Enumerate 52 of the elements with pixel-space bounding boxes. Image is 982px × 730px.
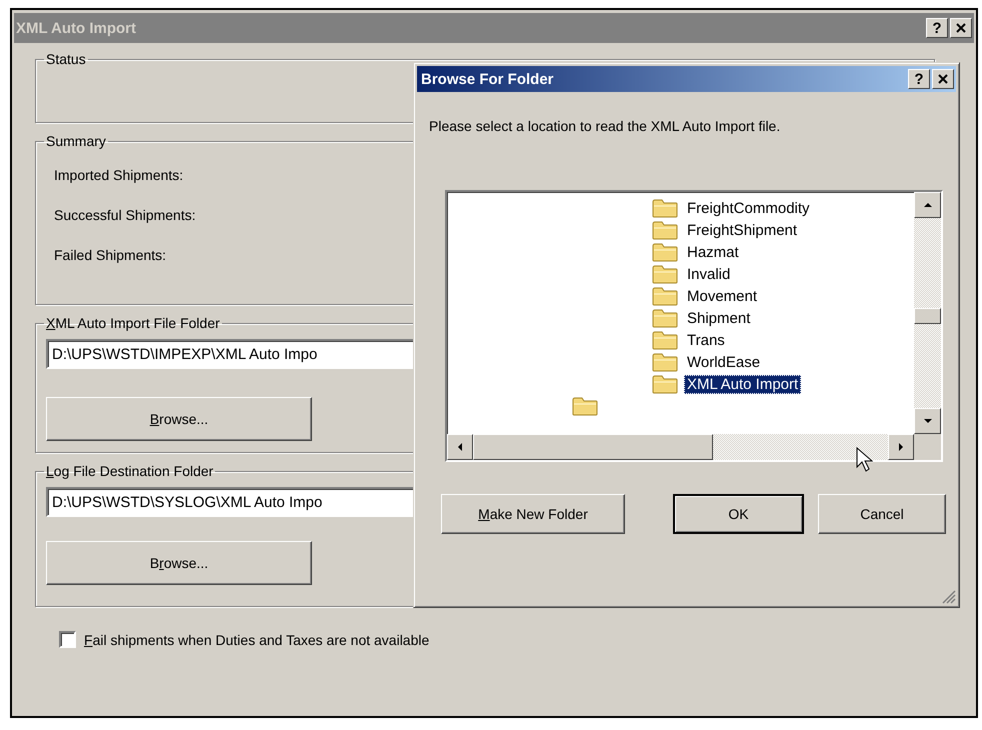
folder-item[interactable]: FreightCommodity: [684, 198, 813, 218]
help-button[interactable]: ?: [926, 18, 948, 38]
group-label: Summary: [45, 133, 107, 149]
scroll-up-icon: [924, 201, 932, 209]
browse-button[interactable]: Browse...: [46, 397, 312, 441]
folder-item[interactable]: WorldEase: [684, 352, 764, 372]
folder-item[interactable]: FreightShipment: [684, 220, 800, 240]
summary-label: Successful Shipments:: [54, 207, 196, 225]
dialog-button[interactable]: OK: [673, 494, 804, 534]
folder-icon: [652, 352, 678, 372]
dialog-button[interactable]: Cancel: [818, 494, 946, 534]
folder-icon: [652, 308, 678, 328]
folder-item[interactable]: Hazmat: [684, 242, 742, 262]
close-icon: [938, 74, 948, 84]
summary-label: Failed Shipments:: [54, 247, 166, 265]
folder-item[interactable]: Movement: [684, 286, 760, 306]
folder-item[interactable]: XML Auto Import: [684, 374, 802, 394]
horizontal-scrollbar[interactable]: [447, 434, 914, 460]
folder-icon: [572, 396, 598, 416]
folder-icon: [652, 374, 678, 394]
group-label: Log File Destination Folder: [45, 463, 214, 479]
checkbox-label: Fail shipments when Duties and Taxes are not available: [84, 632, 430, 648]
scroll-left-icon: [456, 443, 464, 451]
summary-label: Imported Shipments:: [54, 167, 184, 185]
folder-icon: [652, 242, 678, 262]
close-button[interactable]: [950, 18, 972, 38]
prompt-text: Please select a location to read the XML Auto Import file.: [429, 118, 782, 134]
group-label: XML Auto Import File Folder: [45, 315, 221, 331]
scroll-right-icon: [897, 443, 905, 451]
help-button[interactable]: ?: [908, 69, 930, 89]
folder-icon: [652, 198, 678, 218]
folder-icon: [652, 330, 678, 350]
folder-item[interactable]: Invalid: [684, 264, 734, 284]
scroll-down-icon: [924, 417, 932, 425]
dialog-title: Browse For Folder: [421, 70, 554, 88]
folder-icon: [652, 220, 678, 240]
scroll-thumb[interactable]: [914, 308, 941, 324]
group-label: Status: [45, 51, 87, 67]
browse-button[interactable]: Browse...: [46, 541, 312, 585]
dialog-button[interactable]: Make New Folder: [441, 494, 625, 534]
close-icon: [956, 23, 966, 33]
scroll-thumb[interactable]: [473, 434, 713, 460]
window-title: XML Auto Import: [16, 20, 136, 36]
resize-grip-icon: [942, 590, 956, 604]
folder-item[interactable]: Trans: [684, 330, 728, 350]
folder-icon: [652, 264, 678, 284]
close-button[interactable]: [932, 69, 954, 89]
checkbox[interactable]: [59, 631, 76, 648]
vertical-scrollbar[interactable]: [914, 192, 941, 434]
folder-icon: [652, 286, 678, 306]
scrollbar-corner: [914, 434, 941, 460]
folder-item[interactable]: Shipment: [684, 308, 754, 328]
